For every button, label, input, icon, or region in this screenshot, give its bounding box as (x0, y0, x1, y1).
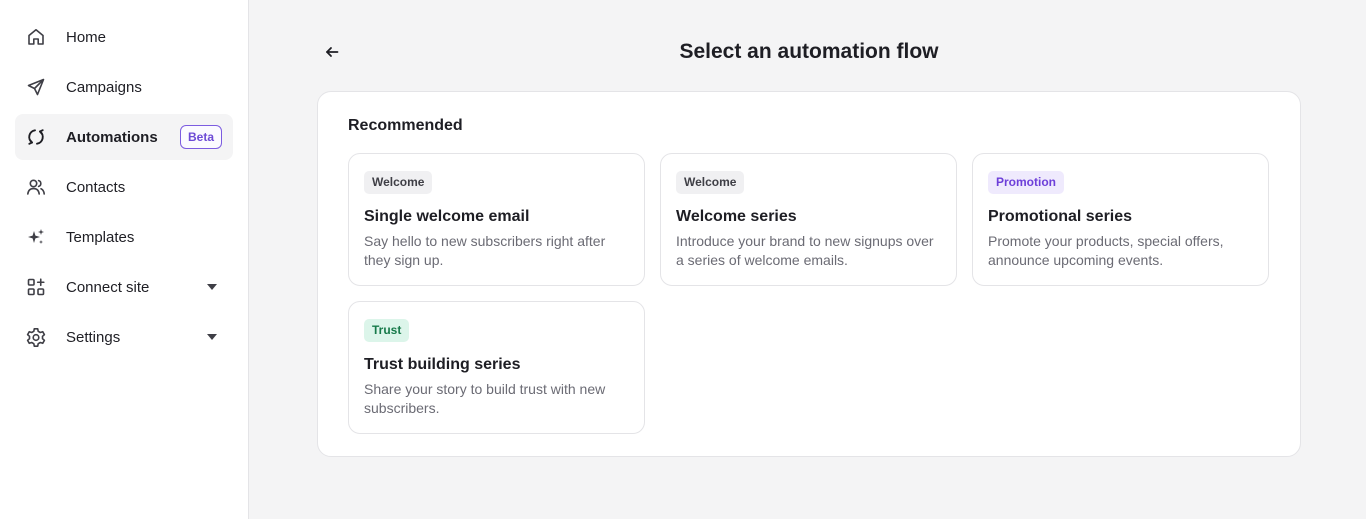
sidebar-item-campaigns[interactable]: Campaigns (15, 64, 233, 110)
sidebar-item-connect-site[interactable]: Connect site (15, 264, 233, 310)
sidebar-item-label: Home (66, 28, 107, 46)
sidebar: Home Campaigns Automations Beta Contacts… (0, 0, 249, 519)
beta-badge: Beta (179, 125, 222, 149)
flow-card-promotional-series[interactable]: Promotion Promotional series Promote you… (972, 153, 1269, 286)
category-tag: Welcome (676, 171, 745, 194)
sidebar-item-label: Campaigns (66, 78, 142, 96)
section-title: Recommended (348, 117, 463, 134)
sidebar-item-label: Settings (66, 328, 121, 346)
category-tag: Promotion (988, 171, 1064, 194)
sync-icon (26, 127, 46, 147)
card-description: Share your story to build trust with new… (364, 381, 606, 416)
chevron-down-icon[interactable] (207, 334, 217, 340)
card-title: Trust building series (364, 356, 521, 373)
flow-panel: Recommended Welcome Single welcome email… (317, 91, 1301, 457)
gear-icon (26, 327, 46, 347)
sidebar-item-automations[interactable]: Automations Beta (15, 114, 233, 160)
flow-card-welcome-series[interactable]: Welcome Welcome series Introduce your br… (660, 153, 957, 286)
card-description: Introduce your brand to new signups over… (676, 233, 934, 268)
sidebar-item-contacts[interactable]: Contacts (15, 164, 233, 210)
chevron-down-icon[interactable] (207, 284, 217, 290)
page-title: Select an automation flow (679, 40, 939, 63)
sidebar-item-label: Connect site (66, 278, 150, 296)
card-title: Welcome series (676, 208, 797, 225)
sidebar-item-label: Automations (66, 128, 158, 146)
card-description: Say hello to new subscribers right after… (364, 233, 606, 268)
sidebar-item-templates[interactable]: Templates (15, 214, 233, 260)
flow-card-single-welcome-email[interactable]: Welcome Single welcome email Say hello t… (348, 153, 645, 286)
flow-card-trust-building-series[interactable]: Trust Trust building series Share your s… (348, 301, 645, 434)
sparkles-icon (26, 227, 46, 247)
category-tag: Welcome (364, 171, 433, 194)
sidebar-item-settings[interactable]: Settings (15, 314, 233, 360)
home-icon (26, 27, 46, 47)
apps-add-icon (26, 277, 46, 297)
send-icon (26, 77, 46, 97)
card-title: Single welcome email (364, 208, 530, 225)
sidebar-item-home[interactable]: Home (15, 14, 233, 60)
sidebar-item-label: Contacts (66, 178, 126, 196)
users-icon (26, 177, 46, 197)
card-description: Promote your products, special offers, a… (988, 233, 1224, 268)
card-title: Promotional series (988, 208, 1133, 225)
category-tag: Trust (364, 319, 410, 342)
sidebar-item-label: Templates (66, 228, 135, 246)
